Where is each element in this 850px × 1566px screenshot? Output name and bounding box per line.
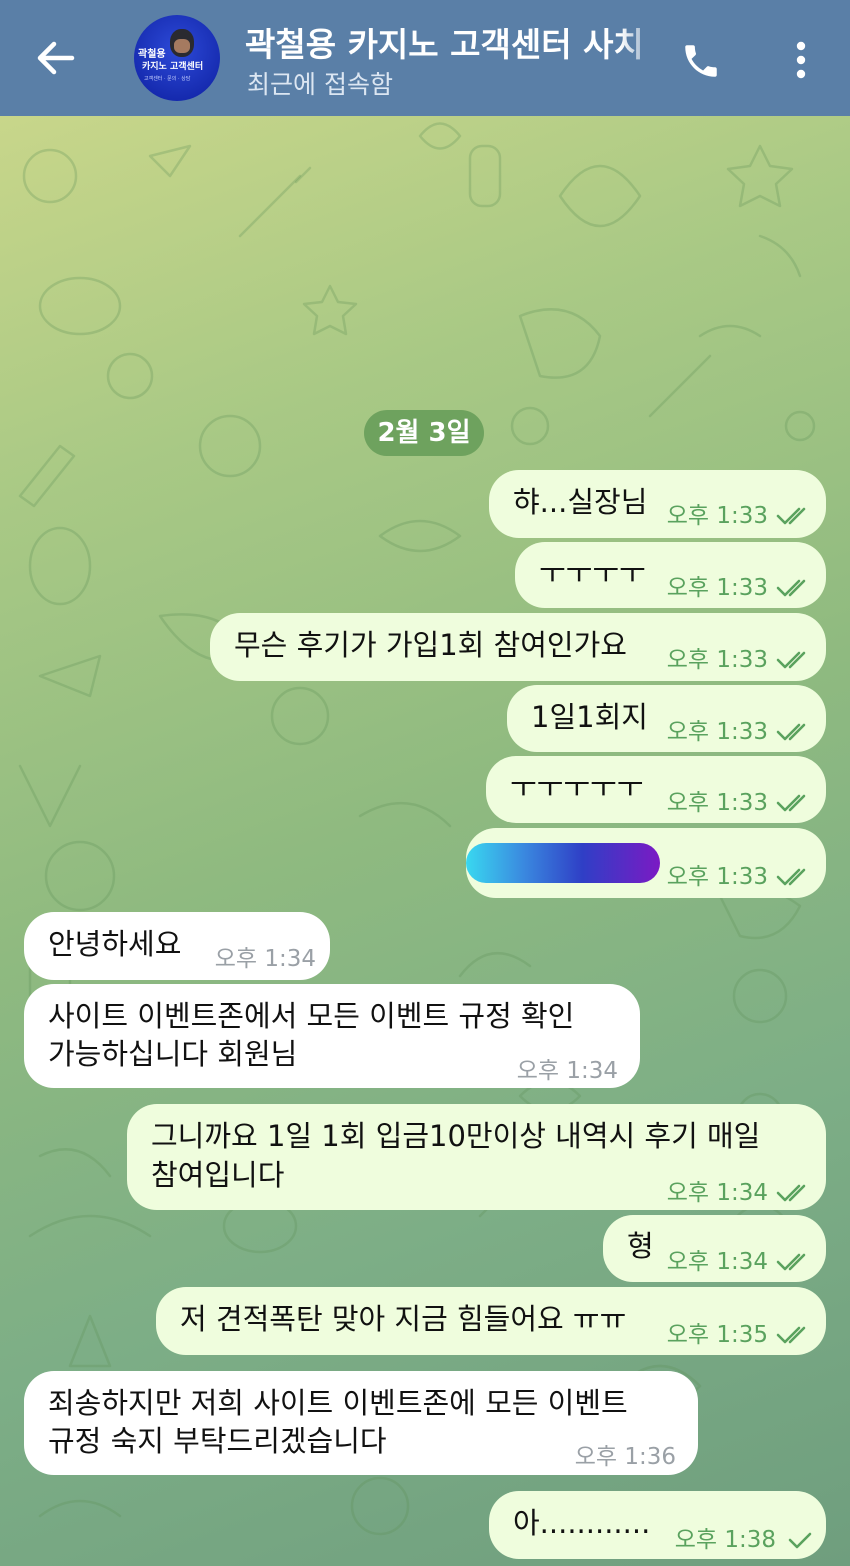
message-text: 참여입니다 <box>151 1158 285 1192</box>
message-time: 오후 1:34 <box>214 946 316 972</box>
message-time: 오후 1:34 <box>666 1249 768 1275</box>
message-time: 오후 1:34 <box>666 1180 768 1206</box>
message-text: 그니까요 1일 1회 입금10만이상 내역시 후기 매일 <box>151 1119 761 1153</box>
message-bubble-outgoing[interactable]: 아............ 오후 1:38 <box>489 1491 826 1559</box>
double-check-icon <box>776 723 806 741</box>
avatar-line3: 고객센터 · 문의 · 상담 <box>144 76 191 82</box>
chat-area[interactable]: 2월 3일 햐...실장님 오후 1:33 ㅜㅜㅜㅜ 오후 1:33 무슨 후기… <box>0 116 850 1566</box>
more-options-icon[interactable] <box>786 40 816 80</box>
back-arrow-icon[interactable] <box>36 38 76 78</box>
double-check-icon <box>776 1253 806 1271</box>
double-check-icon <box>776 794 806 812</box>
avatar[interactable]: 곽철용 카지노 고객센터 고객센터 · 문의 · 상담 <box>134 15 220 101</box>
double-check-icon <box>776 507 806 525</box>
title-fade <box>620 14 664 64</box>
message-text: 형 <box>627 1229 654 1263</box>
message-time: 오후 1:38 <box>674 1527 776 1553</box>
message-text: 아............ <box>513 1506 651 1540</box>
message-bubble-outgoing[interactable]: 오후 1:33 <box>466 828 826 898</box>
message-text: 사이트 이벤트존에서 모든 이벤트 규정 확인 <box>48 999 575 1033</box>
message-time: 오후 1:33 <box>666 719 768 745</box>
message-bubble-outgoing[interactable]: 그니까요 1일 1회 입금10만이상 내역시 후기 매일 참여입니다 오후 1:… <box>127 1104 826 1210</box>
double-check-icon <box>776 1184 806 1202</box>
avatar-line1: 곽철용 <box>138 49 166 60</box>
message-text: 안녕하세요 <box>48 927 182 961</box>
message-text: 1일1회지 <box>531 700 648 734</box>
single-check-icon <box>788 1532 812 1549</box>
message-bubble-outgoing[interactable]: 햐...실장님 오후 1:33 <box>489 470 826 538</box>
message-text: 가능하십니다 회원님 <box>48 1037 298 1071</box>
message-bubble-incoming[interactable]: 죄송하지만 저희 사이트 이벤트존에 모든 이벤트 규정 숙지 부탁드리겠습니다… <box>24 1371 698 1475</box>
message-text: 무슨 후기가 가입1회 참여인가요 <box>234 628 627 662</box>
message-bubble-outgoing[interactable]: 저 견적폭탄 맞아 지금 힘들어요 ㅠㅠ 오후 1:35 <box>156 1287 826 1355</box>
avatar-face-icon <box>170 29 194 57</box>
redacted-content-bar <box>466 843 660 883</box>
message-text: ㅜㅜㅜㅜ <box>539 556 646 590</box>
avatar-line2: 카지노 고객센터 <box>142 62 204 72</box>
phone-call-icon[interactable] <box>680 40 722 82</box>
message-bubble-outgoing[interactable]: 형 오후 1:34 <box>603 1215 826 1282</box>
message-time: 오후 1:33 <box>666 503 768 529</box>
double-check-icon <box>776 579 806 597</box>
message-bubble-outgoing[interactable]: ㅜㅜㅜㅜㅜ 오후 1:33 <box>486 756 826 823</box>
message-time: 오후 1:33 <box>666 575 768 601</box>
message-text: 저 견적폭탄 맞아 지금 힘들어요 ㅠㅠ <box>180 1302 627 1336</box>
double-check-icon <box>776 868 806 886</box>
date-separator: 2월 3일 <box>364 410 484 456</box>
message-text: 죄송하지만 저희 사이트 이벤트존에 모든 이벤트 <box>48 1386 628 1420</box>
chat-header: 곽철용 카지노 고객센터 고객센터 · 문의 · 상담 곽철용 카지노 고객센터… <box>0 0 850 116</box>
message-text: 햐...실장님 <box>513 485 648 519</box>
message-bubble-outgoing[interactable]: 1일1회지 오후 1:33 <box>507 685 826 752</box>
message-text: ㅜㅜㅜㅜㅜ <box>510 770 644 804</box>
message-bubble-incoming[interactable]: 안녕하세요 오후 1:34 <box>24 912 330 980</box>
message-time: 오후 1:36 <box>574 1444 676 1470</box>
message-time: 오후 1:33 <box>666 790 768 816</box>
message-text: 규정 숙지 부탁드리겠습니다 <box>48 1424 387 1458</box>
message-time: 오후 1:33 <box>666 864 768 890</box>
message-time: 오후 1:33 <box>666 647 768 673</box>
chat-title[interactable]: 곽철용 카지노 고객센터 사치 <box>245 18 657 66</box>
last-seen-status: 최근에 접속함 <box>247 70 393 99</box>
double-check-icon <box>776 1326 806 1344</box>
message-bubble-outgoing[interactable]: ㅜㅜㅜㅜ 오후 1:33 <box>515 542 826 608</box>
message-time: 오후 1:34 <box>516 1058 618 1084</box>
message-time: 오후 1:35 <box>666 1322 768 1348</box>
message-bubble-incoming[interactable]: 사이트 이벤트존에서 모든 이벤트 규정 확인 가능하십니다 회원님 오후 1:… <box>24 984 640 1088</box>
double-check-icon <box>776 651 806 669</box>
message-bubble-outgoing[interactable]: 무슨 후기가 가입1회 참여인가요 오후 1:33 <box>210 613 826 681</box>
